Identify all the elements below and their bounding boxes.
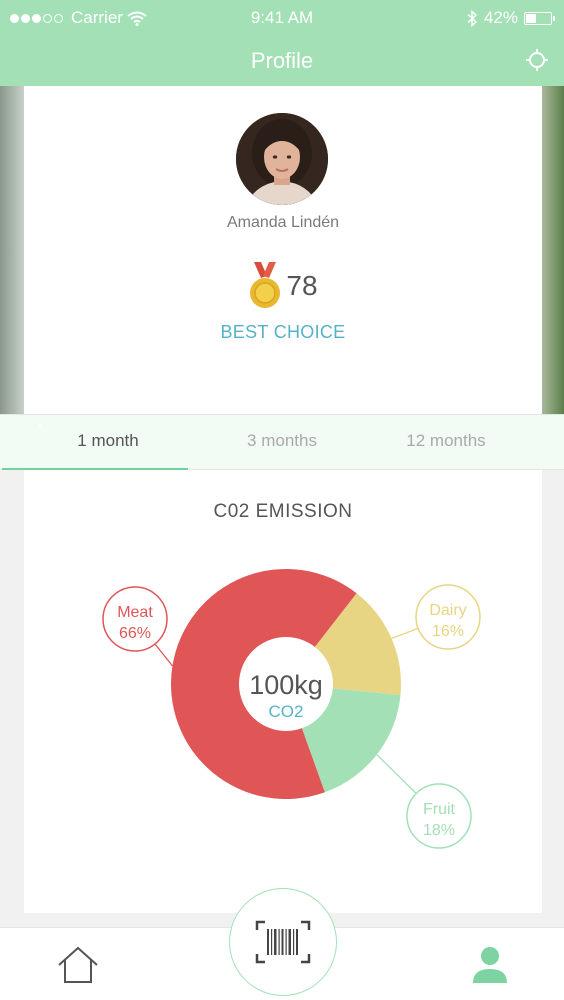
page-title: Profile (250, 48, 314, 73)
profile-card: Amanda Lindén 78 BEST CHOICE (24, 86, 542, 414)
slice-label-fruit: Fruit (423, 801, 456, 818)
navigation-bar: Profile (0, 36, 564, 86)
battery-icon (524, 11, 555, 25)
slice-percent-meat: 66% (119, 625, 151, 642)
callout-line-meat (154, 643, 173, 667)
slice-label-meat: Meat (117, 604, 153, 621)
total-unit: CO2 (269, 702, 304, 721)
emission-donut-chart: 100kg CO2 Meat 66% Dairy 16% Fruit 18% (102, 569, 481, 849)
background-photo-left (0, 86, 24, 414)
barcode-scan-icon (255, 920, 311, 964)
callout-line-dairy (391, 627, 419, 640)
slice-percent-dairy: 16% (432, 623, 464, 640)
callout-line-fruit (376, 754, 417, 794)
status-bar: Carrier 9:41 AM 42% (0, 0, 564, 36)
tab-1-month[interactable]: 1 month (14, 415, 202, 469)
background-photo-right (542, 86, 564, 414)
medal-icon (250, 262, 281, 308)
target-icon[interactable] (526, 49, 548, 71)
tab-3-months[interactable]: 3 months (188, 415, 376, 469)
emission-card: C02 EMISSION 100kg CO2 Meat 66% Dairy 16% Frui… (24, 470, 542, 913)
total-value: 100kg (249, 670, 323, 700)
slice-percent-fruit: 18% (423, 822, 455, 839)
bluetooth-icon (467, 9, 478, 27)
tab-12-months[interactable]: 12 months (352, 415, 540, 469)
score-value: 78 (286, 270, 318, 301)
user-name: Amanda Lindén (226, 214, 340, 231)
rank-label: BEST CHOICE (220, 322, 346, 342)
scan-button[interactable] (229, 888, 337, 996)
slice-label-dairy: Dairy (429, 602, 466, 619)
avatar[interactable] (236, 113, 328, 205)
period-tabs: ‹ 1 month 3 months 12 months (0, 414, 564, 470)
home-icon[interactable] (56, 945, 100, 985)
user-icon[interactable] (470, 943, 510, 985)
battery-percent: 42% (483, 8, 518, 27)
score-row: 78 (24, 262, 542, 310)
